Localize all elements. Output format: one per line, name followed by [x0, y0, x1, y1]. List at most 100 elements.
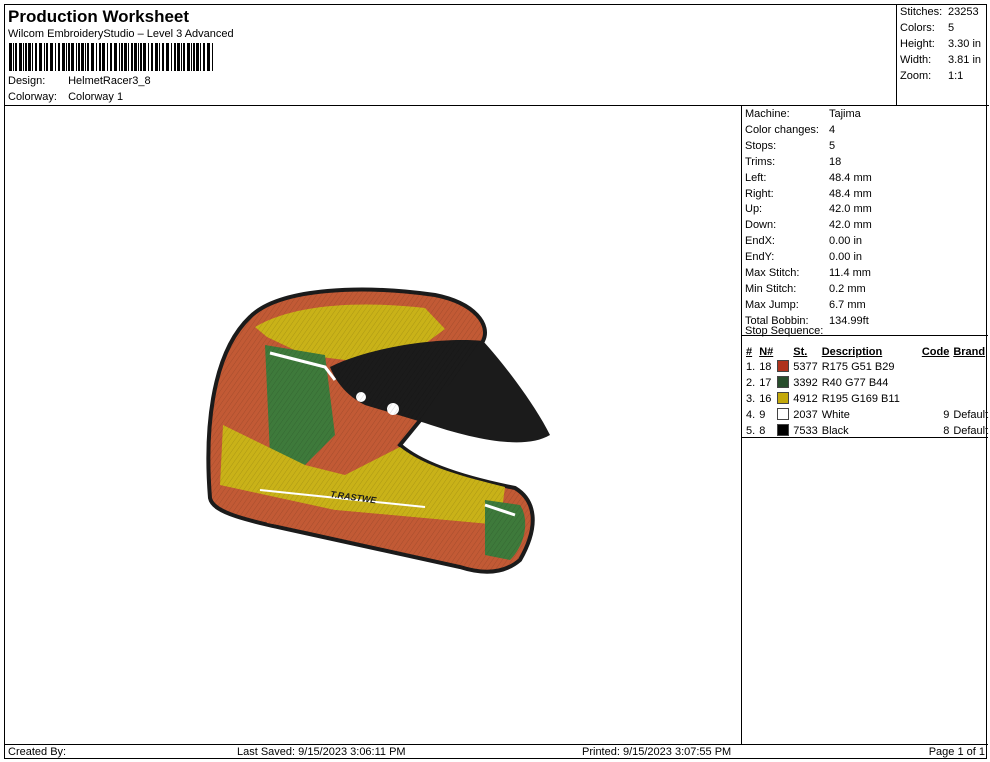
machine-info-label: Max Jump:: [745, 298, 799, 311]
row-stitches: 3392: [793, 377, 818, 389]
row-code: 9: [943, 409, 950, 421]
colors-label: Colors:: [900, 22, 935, 34]
row-color-swatch: [775, 391, 791, 407]
row-code: [902, 359, 952, 375]
row-brand: [951, 359, 990, 375]
table-row: 4. 9 2037 White 9 Default: [744, 407, 990, 423]
row-color-swatch: [775, 407, 791, 423]
row-description: Black: [821, 425, 849, 437]
machine-info-label: Left:: [745, 171, 767, 184]
row-brand: [951, 391, 990, 407]
machine-info-value: 48.4 mm: [829, 187, 872, 200]
machine-info-row: Color changes: 4: [745, 122, 835, 138]
machine-info-row: EndY: 0.00 in: [745, 249, 862, 265]
row-stitches: 7533: [793, 425, 818, 437]
helmet-embroidery-image: T.RASTWE: [206, 287, 550, 574]
machine-info-value: Tajima: [829, 108, 861, 120]
row-needle: 17: [759, 377, 772, 389]
design-canvas: T.RASTWE: [5, 105, 742, 744]
table-row: 5. 8 7533 Black 8 Default: [744, 423, 990, 439]
col-color: [775, 344, 791, 359]
row-stitches: 5377: [793, 361, 818, 373]
barcode-image: [9, 43, 213, 71]
row-description: R40 G77 B44: [821, 377, 889, 389]
width-row: Width: 3.81 in: [900, 54, 981, 66]
stop-sequence-title: Stop Sequence:: [745, 325, 824, 337]
last-saved: Last Saved: 9/15/2023 3:06:11 PM: [237, 746, 406, 758]
machine-info-value: 0.00 in: [829, 251, 863, 264]
zoom-value: 1:1: [948, 70, 964, 82]
colorway-label: Colorway:: [8, 91, 57, 103]
height-value: 3.30 in: [948, 38, 982, 50]
table-row: 3. 16 4912 R195 G169 B11: [744, 391, 990, 407]
summary-panel: Stitches: 23253 Colors: 5 Height: 3.30 in W…: [896, 5, 989, 106]
row-stitches: 2037: [793, 409, 818, 421]
machine-info-label: Stops:: [745, 139, 777, 152]
machine-info-value: 4: [829, 123, 836, 136]
machine-info-row: Up: 42.0 mm: [745, 201, 872, 217]
machine-info-label: Up:: [745, 203, 763, 216]
machine-info-value: 48.4 mm: [829, 171, 872, 184]
row-needle: 18: [759, 361, 772, 373]
design-value: HelmetRacer3_8: [68, 75, 151, 87]
stop-sequence-panel: Stop Sequence: # N# St. Description Code…: [742, 325, 988, 438]
zoom-row: Zoom: 1:1: [900, 70, 963, 82]
col-number: #: [746, 345, 753, 358]
row-color-swatch: [775, 375, 791, 391]
height-row: Height: 3.30 in: [900, 38, 981, 50]
row-number: 3.: [746, 393, 756, 405]
color-swatch: [777, 360, 790, 372]
colors-row: Colors: 5: [900, 22, 954, 34]
machine-info-label: Down:: [745, 219, 777, 232]
zoom-label: Zoom:: [900, 70, 932, 82]
color-swatch: [777, 424, 790, 436]
machine-info-row: Left: 48.4 mm: [745, 170, 872, 186]
row-color-swatch: [775, 423, 791, 439]
row-number: 2.: [746, 377, 756, 389]
machine-info-label: Max Stitch:: [745, 267, 800, 279]
height-label: Height:: [900, 38, 935, 50]
machine-info-label: EndX:: [745, 235, 775, 248]
color-swatch: [777, 376, 790, 388]
color-swatch: [777, 392, 790, 404]
col-stitches: St.: [793, 345, 808, 358]
col-brand: Brand: [953, 345, 986, 358]
page-number: Page 1 of 1: [928, 746, 985, 758]
col-description: Description: [821, 345, 883, 358]
row-needle: 8: [759, 425, 766, 437]
row-brand: Default: [953, 425, 989, 437]
machine-info-label: Min Stitch:: [745, 282, 797, 295]
row-needle: 9: [759, 409, 766, 421]
machine-info-value: 0.2 mm: [829, 282, 866, 295]
row-description: White: [821, 409, 850, 421]
machine-info-row: Max Jump: 6.7 mm: [745, 297, 866, 313]
machine-info-row: Max Stitch: 11.4 mm: [745, 265, 871, 281]
worksheet-footer: Created By: Last Saved: 9/15/2023 3:06:1…: [5, 744, 988, 761]
row-code: [902, 375, 952, 391]
created-by: Created By:: [8, 746, 67, 758]
machine-info-value: 5: [829, 139, 836, 152]
table-row: 1. 18 5377 R175 G51 B29: [744, 359, 990, 375]
row-needle: 16: [759, 393, 772, 405]
design-row: Design: HelmetRacer3_8: [8, 75, 151, 87]
row-number: 4.: [746, 409, 756, 421]
row-color-swatch: [775, 359, 791, 375]
machine-info-row: Machine: Tajima: [745, 106, 861, 122]
row-number: 1.: [746, 361, 756, 373]
row-number: 5.: [746, 425, 756, 437]
width-label: Width:: [900, 54, 932, 66]
machine-info-row: Min Stitch: 0.2 mm: [745, 281, 866, 297]
row-description: R195 G169 B11: [821, 393, 900, 405]
machine-info-label: EndY:: [745, 251, 775, 264]
page-title: Production Worksheet: [8, 7, 190, 26]
machine-info-value: 0.00 in: [829, 235, 863, 248]
row-description: R175 G51 B29: [821, 361, 895, 373]
machine-info-label: Machine:: [745, 108, 790, 120]
table-header-row: # N# St. Description Code Brand: [744, 344, 990, 359]
machine-info-label: Trims:: [745, 155, 776, 168]
machine-info-value: 6.7 mm: [829, 298, 866, 311]
row-brand: Default: [953, 409, 989, 421]
machine-info-label: Color changes:: [745, 123, 819, 136]
colorway-value: Colorway 1: [68, 91, 124, 103]
stitches-row: Stitches: 23253: [900, 6, 979, 18]
